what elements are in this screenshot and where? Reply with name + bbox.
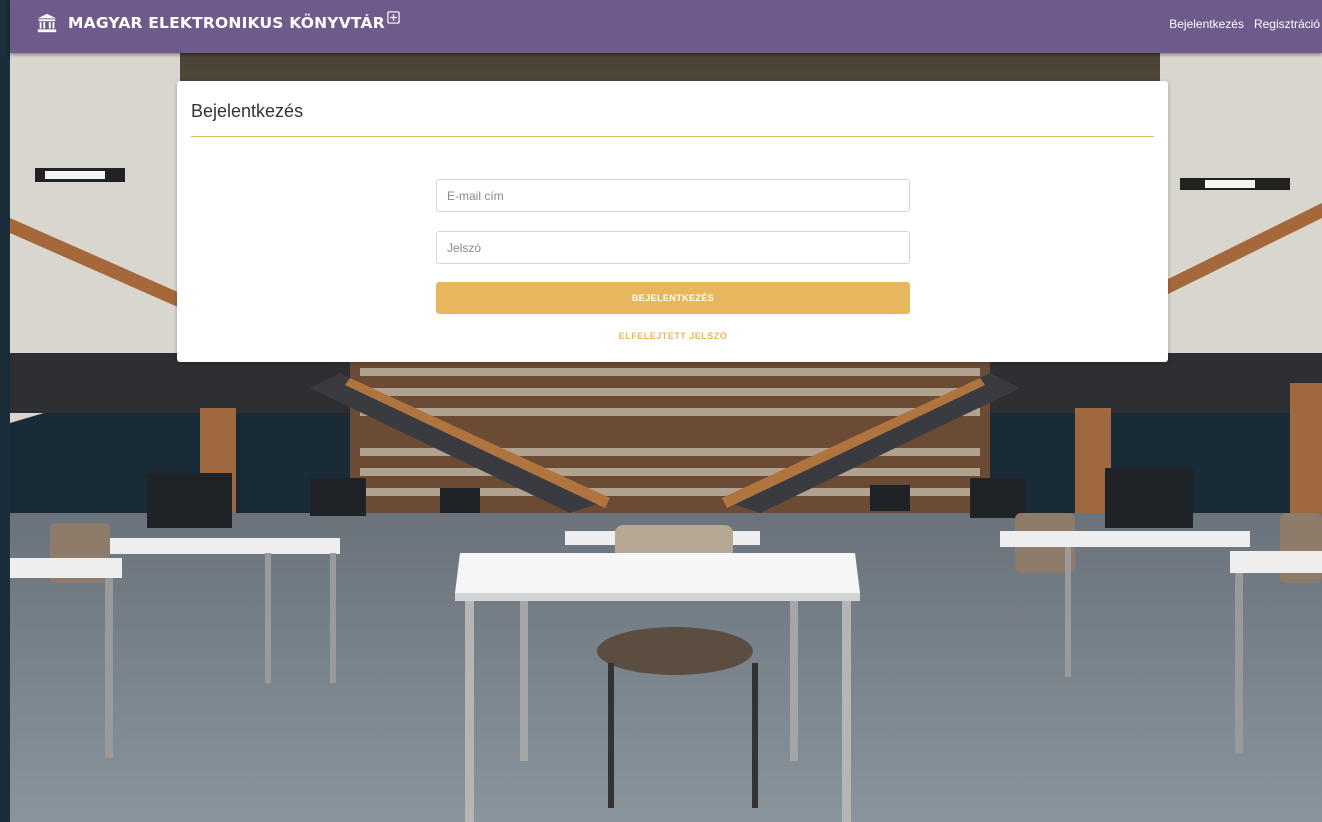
login-title: Bejelentkezés — [191, 101, 304, 121]
password-input[interactable] — [436, 231, 910, 264]
title-divider — [191, 136, 1154, 137]
nav-register-link[interactable]: Regisztráció — [1254, 17, 1320, 31]
nav-login-link[interactable]: Bejelentkezés — [1169, 17, 1244, 31]
window-frame-left — [0, 0, 10, 822]
login-card: Bejelentkezés BEJELENTKEZÉS ELFELEJTETT … — [177, 81, 1168, 362]
top-navigation-bar: MAGYAR ELEKTRONIKUS KÖNYVTÁR Bejelentkez… — [10, 0, 1322, 53]
login-submit-button[interactable]: BEJELENTKEZÉS — [436, 282, 910, 314]
plus-box-icon — [387, 10, 400, 24]
brand-logo[interactable]: MAGYAR ELEKTRONIKUS KÖNYVTÁR — [36, 10, 400, 34]
brand-name: MAGYAR ELEKTRONIKUS KÖNYVTÁR — [68, 14, 385, 32]
library-building-icon — [37, 13, 57, 33]
email-input[interactable] — [436, 179, 910, 212]
forgot-password-link[interactable]: ELFELEJTETT JELSZÓ — [436, 331, 910, 341]
nav-links: Bejelentkezés Regisztráció — [1169, 17, 1320, 31]
